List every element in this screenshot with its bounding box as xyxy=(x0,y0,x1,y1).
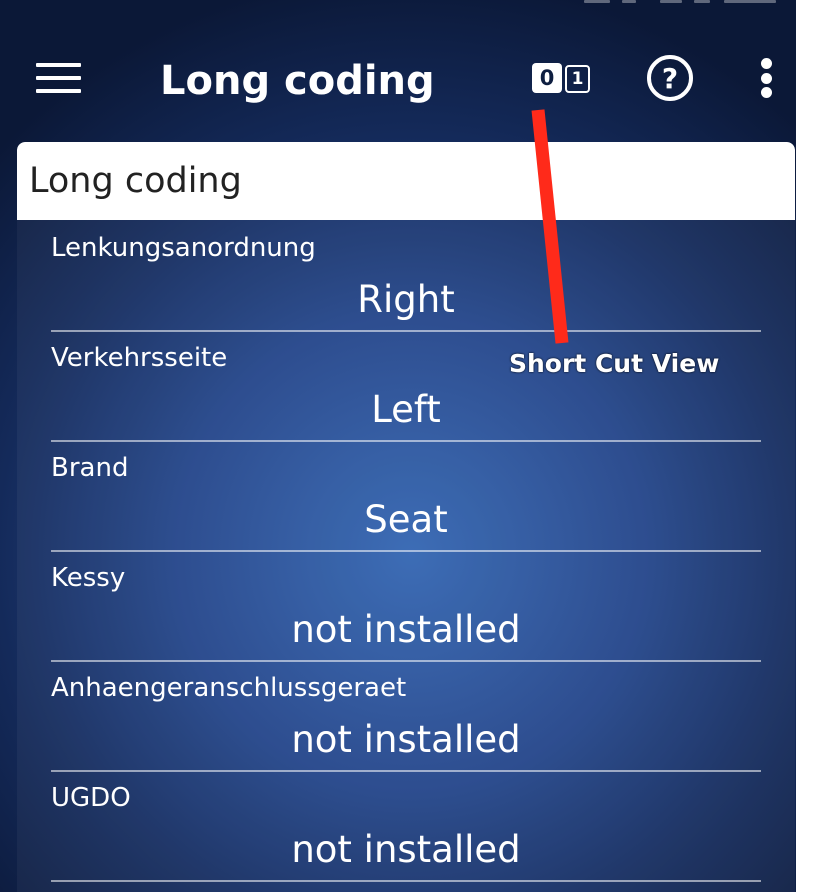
status-bar xyxy=(0,0,796,10)
menu-icon[interactable] xyxy=(36,63,81,93)
row-value: not installed xyxy=(291,608,521,651)
screen-edge xyxy=(796,0,822,892)
app-bar: Long coding 0 1 ? xyxy=(0,30,796,130)
row-label: Lenkungsanordnung xyxy=(51,233,316,263)
row-value: Seat xyxy=(364,498,448,541)
binary-toggle-icon[interactable]: 0 1 xyxy=(532,63,590,93)
annotation-label: Short Cut View xyxy=(509,349,720,378)
help-symbol: ? xyxy=(662,62,678,95)
card-title: Long coding xyxy=(29,161,242,201)
binary-one: 1 xyxy=(565,65,590,93)
row-label: Anhaengeranschlussgeraet xyxy=(51,673,407,703)
coding-row-kessy[interactable]: Kessy not installed xyxy=(51,552,761,662)
coding-row-ugdo[interactable]: UGDO not installed xyxy=(51,772,761,882)
row-label: Brand xyxy=(51,453,129,483)
binary-zero: 0 xyxy=(532,63,562,93)
row-value: Left xyxy=(371,388,441,431)
more-vert-icon[interactable] xyxy=(755,58,779,98)
page-title: Long coding xyxy=(160,58,435,104)
row-label: Verkehrsseite xyxy=(51,343,228,373)
card-header: Long coding xyxy=(17,142,795,220)
row-value: not installed xyxy=(291,828,521,871)
row-label: UGDO xyxy=(51,783,131,813)
coding-row-lenkungsanordnung[interactable]: Lenkungsanordnung Right xyxy=(51,222,761,332)
row-label: Kessy xyxy=(51,563,126,593)
row-value: Right xyxy=(357,278,455,321)
help-icon[interactable]: ? xyxy=(646,54,694,102)
coding-row-anhaengeranschlussgeraet[interactable]: Anhaengeranschlussgeraet not installed xyxy=(51,662,761,772)
coding-list: Lenkungsanordnung Right Verkehrsseite Le… xyxy=(51,222,761,882)
coding-row-brand[interactable]: Brand Seat xyxy=(51,442,761,552)
long-coding-card: Long coding Lenkungsanordnung Right Verk… xyxy=(17,142,795,892)
row-value: not installed xyxy=(291,718,521,761)
